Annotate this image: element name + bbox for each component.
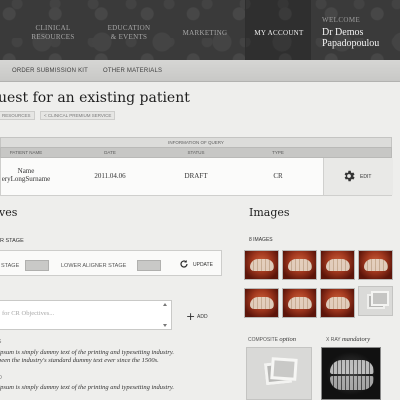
xray-lower-teeth — [330, 376, 374, 390]
composite-image-slot[interactable] — [246, 347, 312, 400]
stage-panel: STAGE LOWER ALIGNER STAGE UPDATE — [0, 250, 222, 276]
user-name-line1: Dr Demos — [322, 27, 364, 38]
image-thumbnail[interactable] — [358, 250, 393, 280]
xray-upper-teeth — [330, 360, 374, 374]
nav-education-line1: EDUCATION — [107, 24, 151, 32]
objective-text-line1: Ipsum is simply dummy text of the printi… — [0, 384, 175, 391]
scroll-down-arrow-icon[interactable] — [163, 324, 167, 327]
nav-my-account-label: MY ACCOUNT — [254, 29, 304, 37]
info-table-caption: INFORMATION OF QUERY — [0, 137, 392, 147]
cell-date: 2011.04.06 — [94, 172, 126, 180]
page-title: uest for an existing patient — [0, 90, 190, 106]
main-navigation: CLINICAL RESOURCES EDUCATION & EVENTS MA… — [0, 0, 400, 60]
upper-stage-label: R STAGE — [0, 238, 24, 244]
breadcrumb-chip-resources[interactable]: RESOURCES — [0, 111, 35, 120]
add-label: ADD — [197, 314, 208, 320]
nav-clinical-line2: RESOURCES — [31, 33, 75, 41]
scroll-up-arrow-icon[interactable] — [163, 303, 167, 306]
lower-aligner-stage-label: LOWER ALIGNER STAGE — [61, 263, 127, 269]
lower-aligner-stage-input[interactable] — [137, 260, 161, 271]
xray-caption: X RAY mandatory — [326, 336, 370, 343]
breadcrumb-chip-premium-service[interactable]: < CLINICAL PREMIUM SERVICE — [40, 111, 116, 120]
user-name[interactable]: Dr Demos Papadopoulou — [322, 27, 400, 49]
col-type: TYPE — [272, 150, 284, 155]
image-thumbnail[interactable] — [282, 288, 317, 318]
image-thumbnail[interactable] — [320, 250, 355, 280]
image-thumbnail[interactable] — [244, 288, 279, 318]
gear-icon — [344, 170, 355, 182]
composite-qualifier: option — [279, 336, 297, 343]
nav-marketing[interactable]: MARKETING — [180, 29, 230, 38]
objective-text-line2: been the industry's standard dummy text … — [0, 357, 159, 364]
cell-type: CR — [273, 172, 283, 180]
table-row: Name eryLongSurname 2011.04.06 DRAFT CR … — [0, 158, 393, 196]
objective-tag: O — [0, 375, 2, 381]
cell-patient-name: Name eryLongSurname — [1, 167, 51, 183]
plus-icon: + — [186, 310, 196, 323]
objective-text: Ipsum is simply dummy text of the printi… — [0, 384, 228, 392]
objective-text: Ipsum is simply dummy text of the printi… — [0, 349, 228, 365]
nav-my-account[interactable]: MY ACCOUNT — [245, 0, 311, 60]
images-title: Images — [249, 206, 290, 219]
xray-image[interactable] — [321, 347, 381, 400]
xray-label: X RAY — [326, 337, 341, 343]
subnav-order-submission-kit[interactable]: ORDER SUBMISSION KIT — [12, 68, 88, 74]
col-patient-name: PATIENT NAME — [9, 150, 43, 155]
update-label: UPDATE — [193, 262, 213, 268]
photo-placeholder-icon — [371, 291, 389, 306]
nav-clinical-resources[interactable]: CLINICAL RESOURCES — [28, 24, 78, 42]
upper-aligner-stage-input[interactable] — [25, 260, 49, 271]
xray-qualifier: mandatory — [341, 336, 371, 343]
edit-button[interactable]: EDIT — [323, 158, 393, 195]
objective-text-line1: Ipsum is simply dummy text of the printi… — [0, 349, 175, 356]
update-button[interactable]: UPDATE — [175, 255, 219, 273]
empty-image-slot[interactable] — [358, 286, 393, 316]
nav-education-events[interactable]: EDUCATION & EVENTS — [102, 24, 156, 42]
info-table-header: PATIENT NAME DATE STATUS TYPE — [0, 147, 392, 158]
images-count: 8 IMAGES — [249, 237, 273, 243]
cell-status: DRAFT — [184, 172, 208, 180]
patient-name-line2: eryLongSurname — [1, 175, 51, 183]
composite-label: COMPOSITE — [248, 337, 279, 343]
image-thumbnail[interactable] — [244, 250, 279, 280]
photo-placeholder-icon — [270, 357, 298, 381]
sub-navigation: ORDER SUBMISSION KIT OTHER MATERIALS — [0, 60, 400, 82]
image-thumbnail[interactable] — [320, 288, 355, 318]
nav-clinical-line1: CLINICAL — [35, 24, 71, 32]
welcome-label: WELCOME — [322, 16, 361, 24]
add-objective-button[interactable]: + ADD — [186, 311, 216, 323]
patient-name-line1: Name — [17, 167, 35, 175]
objectives-title: ves — [0, 206, 18, 219]
objective-tag: S — [0, 339, 1, 345]
nav-education-line2: & EVENTS — [110, 33, 148, 41]
col-date: DATE — [104, 150, 116, 155]
refresh-icon — [180, 260, 188, 268]
col-status: STATUS — [187, 150, 205, 155]
upper-aligner-stage-label: STAGE — [1, 263, 20, 269]
image-thumbnail[interactable] — [282, 250, 317, 280]
subnav-other-materials[interactable]: OTHER MATERIALS — [103, 68, 162, 74]
edit-label: EDIT — [360, 174, 372, 180]
composite-caption: COMPOSITE option — [248, 336, 296, 343]
user-name-line2: Papadopoulou — [322, 38, 380, 49]
objectives-textarea[interactable]: for CR Objectives... — [0, 300, 172, 330]
